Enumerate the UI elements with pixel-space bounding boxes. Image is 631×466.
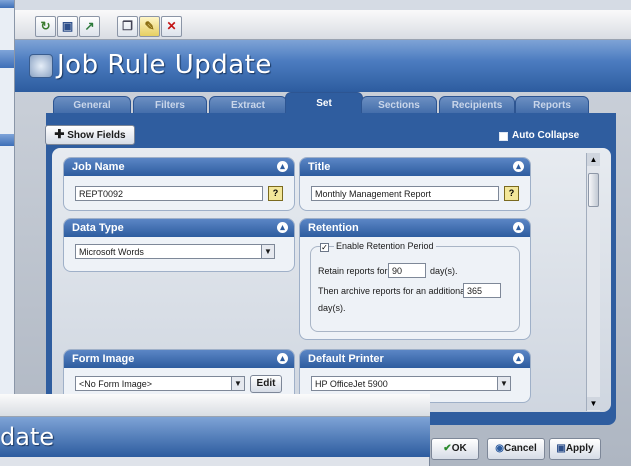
save-icon: ▣ bbox=[556, 443, 566, 454]
cancel-label: Cancel bbox=[503, 443, 537, 454]
default-printer-header: Default Printer ▴ bbox=[300, 350, 530, 368]
collapse-icon[interactable]: ▴ bbox=[513, 353, 524, 364]
title-input[interactable]: Monthly Management Report bbox=[311, 186, 499, 201]
plus-icon: ✚ bbox=[54, 127, 65, 141]
form-image-select[interactable]: <No Form Image> ▼ bbox=[75, 376, 245, 391]
retention-label: Retention bbox=[308, 222, 359, 234]
refresh-icon[interactable]: ↻ bbox=[35, 16, 56, 37]
help-icon[interactable]: ? bbox=[504, 186, 519, 201]
job-rule-icon bbox=[29, 54, 53, 78]
scroll-down-icon[interactable]: ▼ bbox=[587, 397, 600, 410]
foreground-window-toolbar bbox=[0, 394, 430, 417]
show-fields-label: Show Fields bbox=[67, 130, 126, 141]
cancel-button[interactable]: ◉Cancel bbox=[487, 438, 545, 460]
chevron-down-icon[interactable]: ▼ bbox=[261, 245, 274, 258]
copy-icon[interactable]: ❐ bbox=[117, 16, 138, 37]
default-printer-label: Default Printer bbox=[308, 353, 384, 365]
retain-days-input[interactable]: 90 bbox=[388, 263, 426, 278]
data-type-header: Data Type ▴ bbox=[64, 219, 294, 237]
archive-label: Then archive reports for an additional bbox=[318, 286, 468, 296]
retain-unit-label: day(s). bbox=[430, 266, 458, 276]
job-name-label: Job Name bbox=[72, 161, 125, 173]
job-name-header: Job Name ▴ bbox=[64, 158, 294, 176]
default-printer-value: HP OfficeJet 5900 bbox=[315, 379, 388, 389]
collapse-icon[interactable]: ▴ bbox=[513, 222, 524, 233]
job-name-group: Job Name ▴ REPT0092 ? bbox=[63, 157, 295, 211]
ok-button[interactable]: ✔OK bbox=[431, 438, 479, 460]
collapse-icon[interactable]: ▴ bbox=[513, 161, 524, 172]
edit-form-image-button[interactable]: Edit bbox=[250, 375, 282, 393]
foreground-window-title-bar: date bbox=[0, 417, 430, 457]
chevron-down-icon[interactable]: ▼ bbox=[231, 377, 244, 390]
ok-label: OK bbox=[451, 443, 467, 454]
job-name-input[interactable]: REPT0092 bbox=[75, 186, 263, 201]
form-image-label: Form Image bbox=[72, 353, 135, 365]
collapse-icon[interactable]: ▴ bbox=[277, 222, 288, 233]
cancel-icon: ◉ bbox=[495, 443, 504, 454]
apply-label: Apply bbox=[565, 443, 594, 454]
title-group: Title ▴ Monthly Management Report ? bbox=[299, 157, 531, 211]
window-title: Job Rule Update bbox=[57, 50, 272, 80]
collapse-icon[interactable]: ▴ bbox=[277, 353, 288, 364]
foreground-window-title: date bbox=[0, 423, 55, 451]
collapse-icon[interactable]: ▴ bbox=[277, 161, 288, 172]
retain-label: Retain reports for bbox=[318, 266, 388, 276]
help-icon[interactable]: ? bbox=[268, 186, 283, 201]
title-header: Title ▴ bbox=[300, 158, 530, 176]
retention-header: Retention ▴ bbox=[300, 219, 530, 237]
auto-collapse-checkbox[interactable] bbox=[499, 132, 508, 141]
title-label: Title bbox=[308, 161, 331, 173]
data-type-label: Data Type bbox=[72, 222, 124, 234]
chevron-down-icon[interactable]: ▼ bbox=[497, 377, 510, 390]
scroll-thumb[interactable] bbox=[588, 173, 599, 207]
edit-icon[interactable]: ✎ bbox=[139, 16, 160, 37]
show-fields-button[interactable]: ✚ Show Fields bbox=[45, 125, 135, 145]
scroll-up-icon[interactable]: ▲ bbox=[587, 153, 600, 166]
delete-icon[interactable]: ✕ bbox=[161, 16, 182, 37]
archive-unit-label: day(s). bbox=[318, 303, 346, 313]
auto-collapse-label: Auto Collapse bbox=[512, 130, 580, 141]
default-printer-select[interactable]: HP OfficeJet 5900 ▼ bbox=[311, 376, 511, 391]
toolbar: ↻ ▣ ↗ ❐ ✎ ✕ bbox=[15, 10, 631, 40]
foreground-window: date bbox=[0, 394, 430, 466]
data-type-group: Data Type ▴ Microsoft Words ▼ bbox=[63, 218, 295, 272]
data-type-value: Microsoft Words bbox=[79, 247, 144, 257]
vertical-scrollbar[interactable]: ▲ ▼ bbox=[586, 153, 600, 411]
save-icon[interactable]: ▣ bbox=[57, 16, 78, 37]
archive-days-input[interactable]: 365 bbox=[463, 283, 501, 298]
enable-retention-label: Enable Retention Period bbox=[334, 241, 436, 251]
export-icon[interactable]: ↗ bbox=[79, 16, 100, 37]
data-type-select[interactable]: Microsoft Words ▼ bbox=[75, 244, 275, 259]
enable-retention-checkbox[interactable]: ✓ bbox=[320, 243, 329, 252]
retention-group: Retention ▴ ✓ Enable Retention Period Re… bbox=[299, 218, 531, 340]
apply-button[interactable]: ▣Apply bbox=[549, 438, 601, 460]
check-icon: ✔ bbox=[443, 443, 452, 454]
title-bar: Job Rule Update bbox=[15, 40, 631, 92]
form-image-value: <No Form Image> bbox=[79, 379, 153, 389]
form-image-header: Form Image ▴ bbox=[64, 350, 294, 368]
